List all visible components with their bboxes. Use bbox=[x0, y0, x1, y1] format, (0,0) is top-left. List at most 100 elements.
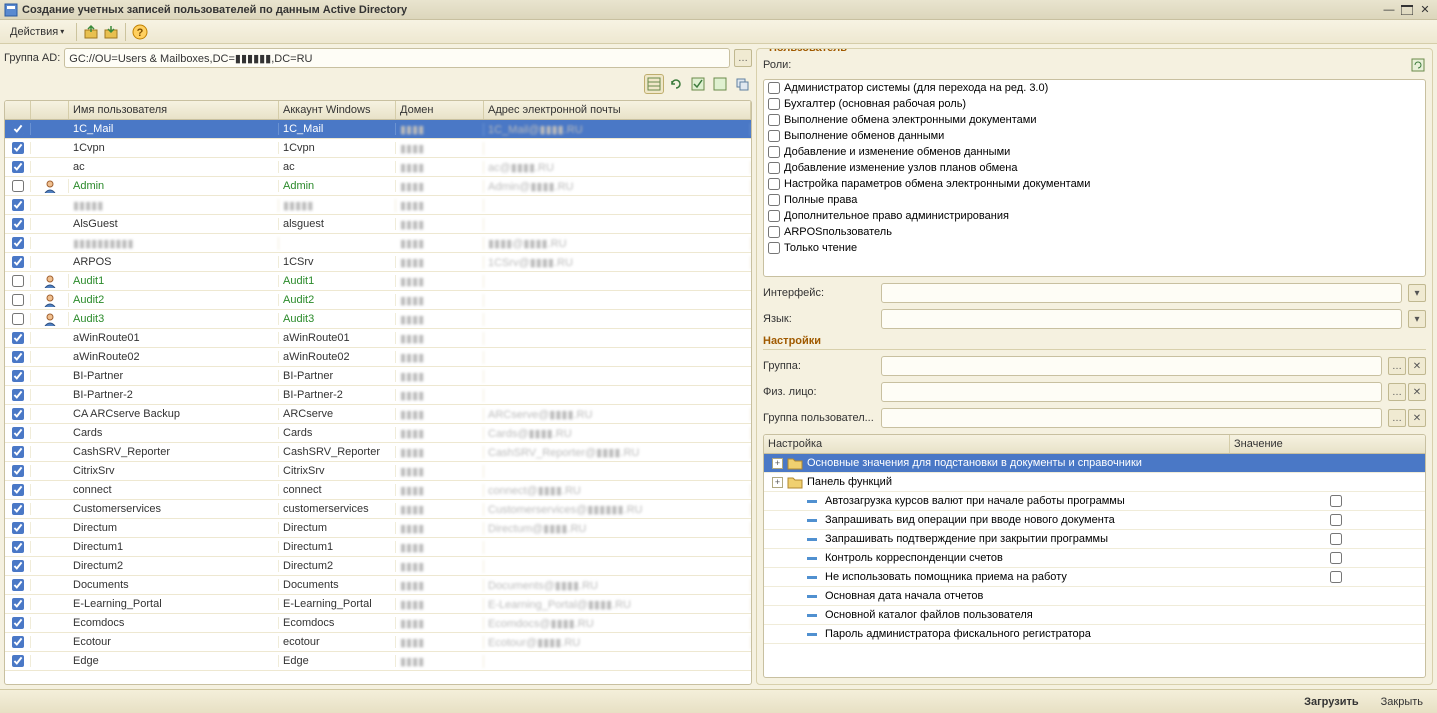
row-checkbox[interactable] bbox=[12, 408, 24, 420]
role-checkbox[interactable] bbox=[768, 242, 780, 254]
settings-row[interactable]: Запрашивать подтверждение при закрытии п… bbox=[764, 530, 1425, 549]
table-row[interactable]: BI-Partner-2BI-Partner-2▮▮▮▮ bbox=[5, 386, 751, 405]
row-checkbox[interactable] bbox=[12, 161, 24, 173]
table-row[interactable]: connectconnect▮▮▮▮connect@▮▮▮▮.RU bbox=[5, 481, 751, 500]
role-checkbox[interactable] bbox=[768, 194, 780, 206]
row-checkbox[interactable] bbox=[12, 351, 24, 363]
table-row[interactable]: CashSRV_ReporterCashSRV_Reporter▮▮▮▮Cash… bbox=[5, 443, 751, 462]
expand-icon[interactable]: + bbox=[772, 458, 783, 469]
setting-value-checkbox[interactable] bbox=[1330, 495, 1342, 507]
grid-refresh-icon[interactable] bbox=[666, 74, 686, 94]
person-ellipsis-button[interactable]: … bbox=[1388, 383, 1406, 401]
col-header-domain[interactable]: Домен bbox=[396, 101, 484, 119]
row-checkbox[interactable] bbox=[12, 313, 24, 325]
role-item[interactable]: Выполнение обменов данными bbox=[764, 128, 1425, 144]
row-checkbox[interactable] bbox=[12, 465, 24, 477]
settings-row[interactable]: Основной каталог файлов пользователя bbox=[764, 606, 1425, 625]
row-checkbox[interactable] bbox=[12, 484, 24, 496]
table-row[interactable]: AlsGuestalsguest▮▮▮▮ bbox=[5, 215, 751, 234]
role-item[interactable]: Администратор системы (для перехода на р… bbox=[764, 80, 1425, 96]
grid-copy-icon[interactable] bbox=[732, 74, 752, 94]
role-checkbox[interactable] bbox=[768, 226, 780, 238]
table-row[interactable]: Ecotourecotour▮▮▮▮Ecotour@▮▮▮▮.RU bbox=[5, 633, 751, 652]
group-ellipsis-button[interactable]: … bbox=[1388, 357, 1406, 375]
role-checkbox[interactable] bbox=[768, 130, 780, 142]
person-clear-button[interactable]: ✕ bbox=[1408, 383, 1426, 401]
table-row[interactable]: Customerservicescustomerservices▮▮▮▮Cust… bbox=[5, 500, 751, 519]
settings-row[interactable]: Не использовать помощника приема на рабо… bbox=[764, 568, 1425, 587]
table-row[interactable]: Audit3Audit3▮▮▮▮ bbox=[5, 310, 751, 329]
table-row[interactable]: Directum1Directum1▮▮▮▮ bbox=[5, 538, 751, 557]
row-checkbox[interactable] bbox=[12, 218, 24, 230]
role-item[interactable]: Полные права bbox=[764, 192, 1425, 208]
group-input[interactable] bbox=[881, 356, 1382, 376]
row-checkbox[interactable] bbox=[12, 427, 24, 439]
menu-actions[interactable]: Действия▾ bbox=[4, 24, 70, 40]
row-checkbox[interactable] bbox=[12, 142, 24, 154]
table-row[interactable]: aWinRoute02aWinRoute02▮▮▮▮ bbox=[5, 348, 751, 367]
person-input[interactable] bbox=[881, 382, 1382, 402]
row-checkbox[interactable] bbox=[12, 617, 24, 629]
interface-dropdown-button[interactable]: ▾ bbox=[1408, 284, 1426, 302]
role-item[interactable]: Выполнение обмена электронными документа… bbox=[764, 112, 1425, 128]
expand-icon[interactable]: + bbox=[772, 477, 783, 488]
table-row[interactable]: ▮▮▮▮▮▮▮▮▮▮▮▮▮▮ bbox=[5, 196, 751, 215]
table-row[interactable]: Audit1Audit1▮▮▮▮ bbox=[5, 272, 751, 291]
group-clear-button[interactable]: ✕ bbox=[1408, 357, 1426, 375]
language-input[interactable] bbox=[881, 309, 1402, 329]
grid-uncheck-all-icon[interactable] bbox=[710, 74, 730, 94]
role-checkbox[interactable] bbox=[768, 178, 780, 190]
row-checkbox[interactable] bbox=[12, 389, 24, 401]
row-checkbox[interactable] bbox=[12, 522, 24, 534]
setting-value-checkbox[interactable] bbox=[1330, 552, 1342, 564]
table-row[interactable]: BI-PartnerBI-Partner▮▮▮▮ bbox=[5, 367, 751, 386]
table-row[interactable]: DirectumDirectum▮▮▮▮Directum@▮▮▮▮.RU bbox=[5, 519, 751, 538]
table-row[interactable]: EcomdocsEcomdocs▮▮▮▮Ecomdocs@▮▮▮▮.RU bbox=[5, 614, 751, 633]
usergroup-clear-button[interactable]: ✕ bbox=[1408, 409, 1426, 427]
table-row[interactable]: Audit2Audit2▮▮▮▮ bbox=[5, 291, 751, 310]
row-checkbox[interactable] bbox=[12, 275, 24, 287]
row-checkbox[interactable] bbox=[12, 332, 24, 344]
setting-value-checkbox[interactable] bbox=[1330, 514, 1342, 526]
interface-input[interactable] bbox=[881, 283, 1402, 303]
row-checkbox[interactable] bbox=[12, 123, 24, 135]
row-checkbox[interactable] bbox=[12, 503, 24, 515]
language-dropdown-button[interactable]: ▾ bbox=[1408, 310, 1426, 328]
table-row[interactable]: AdminAdmin▮▮▮▮Admin@▮▮▮▮.RU bbox=[5, 177, 751, 196]
row-checkbox[interactable] bbox=[12, 541, 24, 553]
role-checkbox[interactable] bbox=[768, 210, 780, 222]
row-checkbox[interactable] bbox=[12, 579, 24, 591]
settings-col-value[interactable]: Значение bbox=[1230, 435, 1425, 453]
row-checkbox[interactable] bbox=[12, 560, 24, 572]
grid-body[interactable]: 1C_Mail1C_Mail▮▮▮▮1C_Mail@▮▮▮▮.RU1Cvpn1C… bbox=[5, 120, 751, 684]
ad-group-input[interactable] bbox=[64, 48, 730, 68]
table-row[interactable]: acac▮▮▮▮ac@▮▮▮▮.RU bbox=[5, 158, 751, 177]
close-bottom-button[interactable]: Закрыть bbox=[1373, 694, 1431, 710]
role-item[interactable]: Добавление и изменение обменов данными bbox=[764, 144, 1425, 160]
row-checkbox[interactable] bbox=[12, 180, 24, 192]
role-item[interactable]: ARPOSпользователь bbox=[764, 224, 1425, 240]
settings-body[interactable]: +Основные значения для подстановки в док… bbox=[764, 454, 1425, 677]
row-checkbox[interactable] bbox=[12, 256, 24, 268]
row-checkbox[interactable] bbox=[12, 370, 24, 382]
row-checkbox[interactable] bbox=[12, 237, 24, 249]
row-checkbox[interactable] bbox=[12, 446, 24, 458]
settings-col-name[interactable]: Настройка bbox=[764, 435, 1230, 453]
usergroup-input[interactable] bbox=[881, 408, 1382, 428]
table-row[interactable]: 1C_Mail1C_Mail▮▮▮▮1C_Mail@▮▮▮▮.RU bbox=[5, 120, 751, 139]
table-row[interactable]: DocumentsDocuments▮▮▮▮Documents@▮▮▮▮.RU bbox=[5, 576, 751, 595]
table-row[interactable]: EdgeEdge▮▮▮▮ bbox=[5, 652, 751, 671]
usergroup-ellipsis-button[interactable]: … bbox=[1388, 409, 1406, 427]
roles-list[interactable]: Администратор системы (для перехода на р… bbox=[763, 79, 1426, 277]
setting-value-checkbox[interactable] bbox=[1330, 533, 1342, 545]
settings-row[interactable]: Контроль корреспонденции счетов bbox=[764, 549, 1425, 568]
row-checkbox[interactable] bbox=[12, 294, 24, 306]
role-checkbox[interactable] bbox=[768, 98, 780, 110]
table-row[interactable]: 1Cvpn1Cvpn▮▮▮▮ bbox=[5, 139, 751, 158]
table-row[interactable]: ▮▮▮▮▮▮▮▮▮▮▮▮▮▮▮▮▮▮@▮▮▮▮.RU bbox=[5, 234, 751, 253]
row-checkbox[interactable] bbox=[12, 655, 24, 667]
grid-view-list-icon[interactable] bbox=[644, 74, 664, 94]
toolbar-export-icon[interactable] bbox=[103, 24, 119, 40]
role-checkbox[interactable] bbox=[768, 146, 780, 158]
load-button[interactable]: Загрузить bbox=[1296, 694, 1367, 710]
